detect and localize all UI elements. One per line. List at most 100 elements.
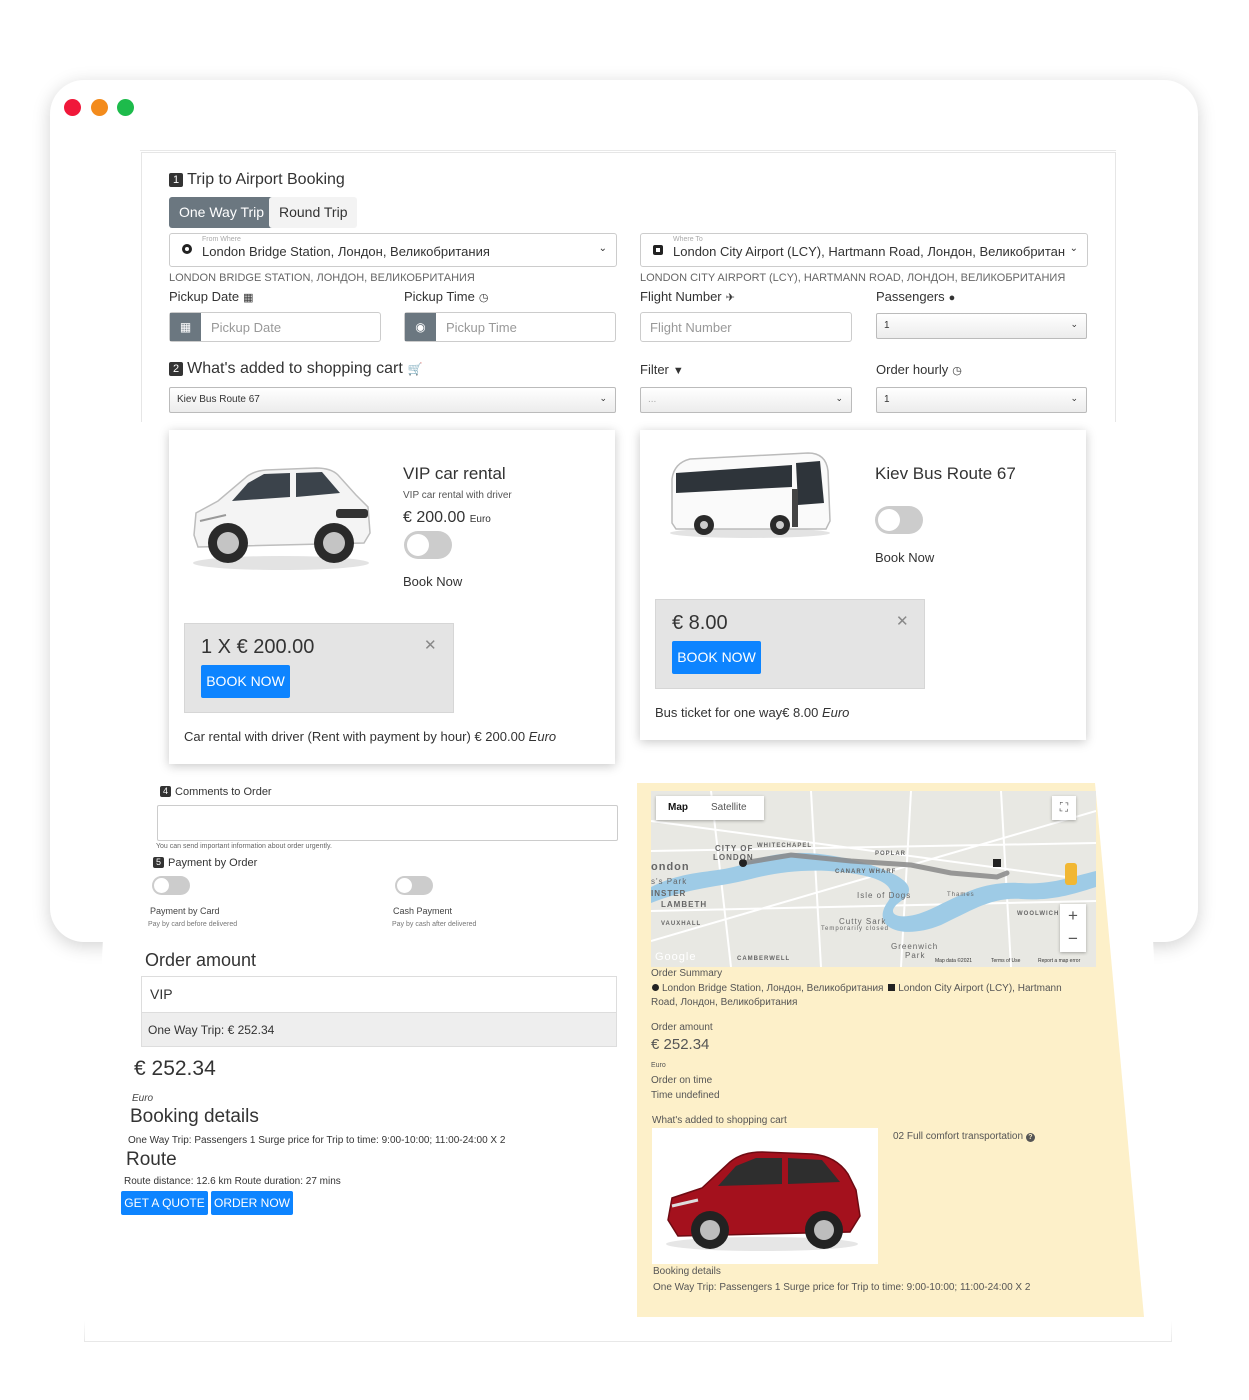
- map-label-cutty-sub: Temporarily closed: [821, 926, 890, 932]
- vip-card-price: € 200.00 Euro: [403, 509, 491, 527]
- map-label-greenwich: Greenwich: [891, 942, 939, 951]
- destination-square-icon: [653, 245, 663, 255]
- booking-details-text: One Way Trip: Passengers 1 Surge price f…: [128, 1135, 506, 1146]
- payment-card-toggle[interactable]: [152, 876, 190, 895]
- pickup-date-input[interactable]: ▦ Pickup Date: [169, 312, 381, 342]
- map-label-thames: Thames: [947, 892, 975, 898]
- map-tab[interactable]: Map: [668, 802, 688, 813]
- map-label-cutty: Cutty Sark: [839, 917, 887, 926]
- pickup-date-placeholder: Pickup Date: [211, 320, 282, 335]
- payment-cash-sub: Pay by cash after delivered: [392, 921, 477, 928]
- plane-icon: ✈: [725, 292, 735, 304]
- fullscreen-icon[interactable]: ⛶: [1052, 796, 1076, 820]
- step1-number: 1: [169, 173, 184, 187]
- zoom-in-button[interactable]: +: [1060, 904, 1086, 928]
- from-caption: LONDON BRIDGE STATION, ЛОНДОН, ВЕЛИКОБРИ…: [169, 272, 475, 284]
- summary-booking-text: One Way Trip: Passengers 1 Surge price f…: [653, 1282, 1031, 1293]
- zoom-out-button[interactable]: −: [1060, 928, 1086, 952]
- order-hourly-select[interactable]: 1 ⌄: [876, 387, 1087, 413]
- step2-number: 2: [169, 362, 184, 376]
- to-location-select[interactable]: Where To London City Airport (LCY), Hart…: [640, 233, 1088, 267]
- passengers-select[interactable]: 1 ⌄: [876, 313, 1087, 339]
- tab-one-way-trip[interactable]: One Way Trip: [169, 197, 275, 228]
- comments-textarea[interactable]: [157, 805, 618, 841]
- payment-card-sub: Pay by card before delivered: [148, 921, 238, 928]
- summary-currency: Euro: [651, 1062, 666, 1069]
- chevron-down-icon: ⌄: [1070, 393, 1078, 403]
- map-data-credit: Map data ©2021: [935, 958, 973, 964]
- bus-quote-price: € 8.00: [672, 612, 728, 634]
- pickup-time-label-text: Pickup Time: [404, 289, 475, 304]
- vip-desc-unit: Euro: [528, 729, 557, 744]
- map-terms-link: Terms of Use: [991, 958, 1021, 964]
- order-total: € 252.34: [134, 1057, 216, 1080]
- clock-icon: ◉: [405, 313, 436, 341]
- summary-amount: € 252.34: [651, 1036, 710, 1053]
- flight-number-input[interactable]: Flight Number: [640, 312, 852, 342]
- summary-route-to-1: London City Airport (LCY), Hartmann: [898, 983, 1062, 994]
- step2-title: What's added to shopping cart: [187, 360, 403, 377]
- flight-number-label-text: Flight Number: [640, 289, 722, 304]
- order-hourly-label-text: Order hourly: [876, 362, 949, 377]
- question-icon[interactable]: ?: [1025, 1133, 1035, 1142]
- step5-heading: 5 Payment by Order: [153, 857, 257, 869]
- filter-icon: ▼: [672, 365, 684, 377]
- comments-note: You can send important information about…: [156, 843, 332, 850]
- chevron-down-icon: ⌄: [1069, 243, 1078, 254]
- order-now-button[interactable]: ORDER NOW: [211, 1191, 293, 1215]
- vip-book-toggle[interactable]: [404, 531, 452, 559]
- summary-cart-item: 02 Full comfort transportation ?: [893, 1131, 1035, 1142]
- get-quote-button[interactable]: GET A QUOTE: [121, 1191, 208, 1215]
- from-location-select[interactable]: From Where London Bridge Station, Лондон…: [169, 233, 617, 267]
- chevron-down-icon: ⌄: [1070, 319, 1078, 329]
- chevron-down-icon: ⌄: [598, 243, 607, 254]
- filter-value: ...: [648, 394, 657, 405]
- vip-book-now-label: Book Now: [403, 574, 463, 589]
- map-label-canary: CANARY WHARF: [835, 869, 897, 875]
- pickup-time-input[interactable]: ◉ Pickup Time: [404, 312, 616, 342]
- order-amount-heading: Order amount: [145, 950, 257, 970]
- summary-cart-item-text: 02 Full comfort transportation: [893, 1131, 1024, 1142]
- bus-book-now-button[interactable]: BOOK NOW: [672, 641, 761, 674]
- pickup-date-label-text: Pickup Date: [169, 289, 240, 304]
- bus-book-now-label: Book Now: [875, 550, 935, 565]
- map-label-isle: Isle of Dogs: [857, 891, 912, 900]
- close-window-dot[interactable]: [64, 99, 81, 116]
- payment-cash-toggle[interactable]: [395, 876, 433, 895]
- summary-route-to-2: Road, Лондон, Великобритания: [651, 997, 798, 1008]
- bus-book-toggle[interactable]: [875, 506, 923, 534]
- map-label-minster: INSTER: [651, 889, 687, 898]
- map-label-park: s's Park: [651, 877, 688, 886]
- map-label-camberwell: CAMBERWELL: [737, 956, 791, 962]
- step4-number: 4: [160, 786, 172, 797]
- bus-desc-main: Bus ticket for one way€ 8.00: [655, 705, 819, 720]
- cart-item-select[interactable]: Kiev Bus Route 67 ⌄: [169, 387, 616, 413]
- tab-round-trip[interactable]: Round Trip: [269, 197, 358, 228]
- step1-heading: 1 Trip to Airport Booking: [169, 171, 345, 189]
- vip-book-now-button[interactable]: BOOK NOW: [201, 665, 290, 698]
- filter-select[interactable]: ... ⌄: [640, 387, 852, 413]
- close-icon[interactable]: ✕: [896, 612, 909, 630]
- vip-desc-main: Car rental with driver (Rent with paymen…: [184, 729, 526, 744]
- map-type-control: Map Satellite: [656, 796, 764, 820]
- summary-cart-label: What's added to shopping cart: [652, 1115, 787, 1126]
- cart-icon: 🛒: [407, 362, 423, 376]
- passengers-value: 1: [884, 320, 890, 331]
- satellite-tab[interactable]: Satellite: [711, 802, 747, 813]
- close-icon[interactable]: ✕: [424, 636, 437, 654]
- flight-number-label: Flight Number ✈: [640, 289, 735, 304]
- payment-cash-label: Cash Payment: [393, 906, 453, 916]
- step5-number: 5: [153, 857, 165, 868]
- order-amount-table: VIP One Way Trip: € 252.34: [141, 976, 617, 1047]
- maximize-window-dot[interactable]: [117, 99, 134, 116]
- bus-image: [670, 452, 831, 538]
- calendar-icon: ▦: [170, 313, 201, 341]
- step4-title: Comments to Order: [175, 786, 272, 798]
- to-value: London City Airport (LCY), Hartmann Road…: [673, 244, 1066, 259]
- map-label-whitechapel: WHITECHAPEL: [757, 843, 812, 849]
- map-label-vauxhall: VAUXHALL: [661, 921, 702, 927]
- route-heading: Route: [126, 1149, 177, 1170]
- minimize-window-dot[interactable]: [91, 99, 108, 116]
- to-caption: LONDON CITY AIRPORT (LCY), HARTMANN ROAD…: [640, 272, 1066, 284]
- vip-card-subtitle: VIP car rental with driver: [403, 490, 512, 501]
